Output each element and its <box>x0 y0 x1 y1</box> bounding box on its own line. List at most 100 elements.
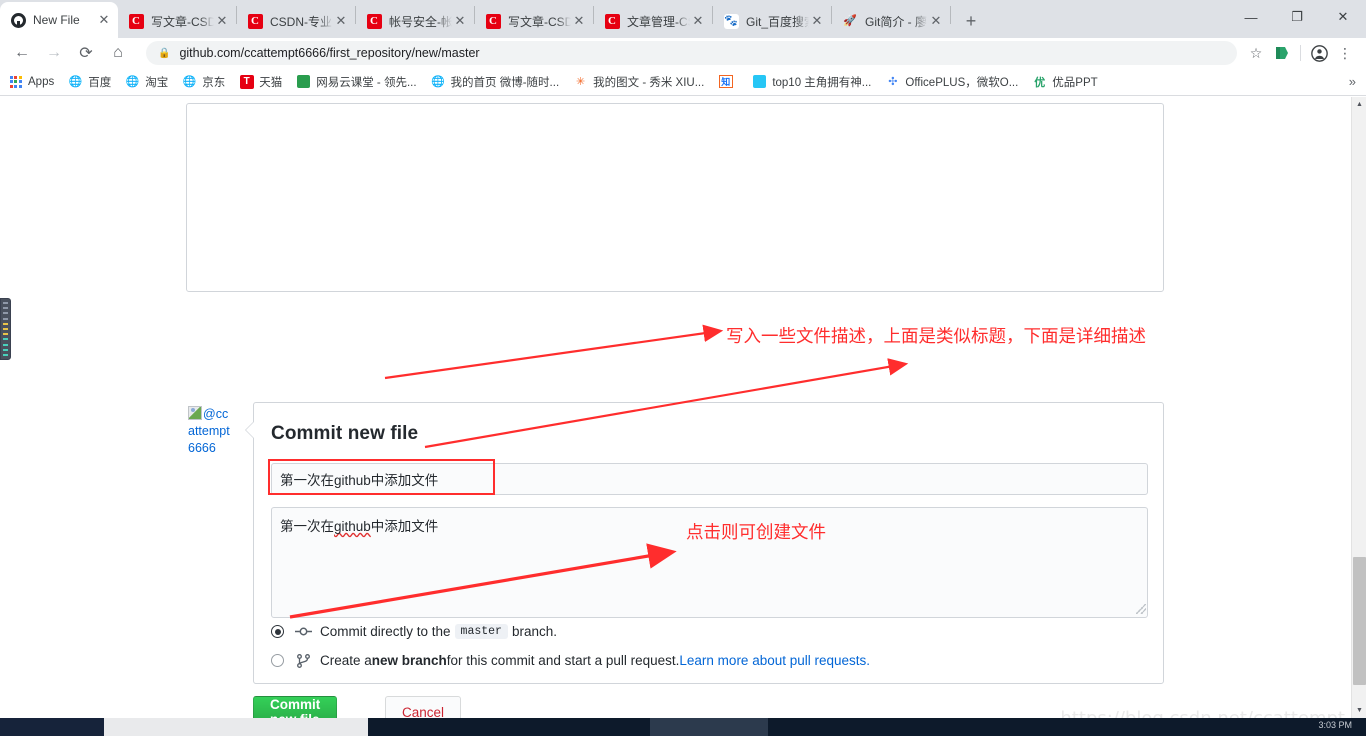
close-icon[interactable]: ✕ <box>452 13 468 29</box>
tab-strip: New File ✕ C 写文章-CSDN博客 ✕ C CSDN-专业IT技术 … <box>0 0 1366 38</box>
bookmark-label: 我的图文 - 秀米 XIU... <box>593 74 704 90</box>
commit-new-file-button[interactable]: Commit new file <box>253 696 337 718</box>
taskbar-segment-other[interactable] <box>650 718 768 736</box>
browser-window: New File ✕ C 写文章-CSDN博客 ✕ C CSDN-专业IT技术 … <box>0 0 1366 736</box>
annotation-text-commit: 点击则可创建文件 <box>686 519 826 544</box>
bookmark-zhi[interactable]: 知 <box>718 74 738 89</box>
scroll-down-icon[interactable]: ▼ <box>1352 703 1366 718</box>
csdn-icon: C <box>604 13 620 29</box>
officeplus-icon: ✣ <box>885 74 900 89</box>
close-icon[interactable]: ✕ <box>96 12 112 28</box>
bookmark-xiumi[interactable]: ✳ 我的图文 - 秀米 XIU... <box>573 74 704 90</box>
browser-tab-0[interactable]: New File ✕ <box>0 2 118 38</box>
forward-icon[interactable]: → <box>40 39 68 67</box>
close-icon[interactable]: ✕ <box>571 13 587 29</box>
file-editor-area[interactable] <box>186 103 1164 292</box>
taskbar-clock[interactable]: 3:03 PM <box>1318 720 1352 730</box>
browser-tab-2[interactable]: C CSDN-专业IT技术 ✕ <box>237 4 355 38</box>
bookmark-jd[interactable]: 🌐 京东 <box>182 74 225 90</box>
branch-name-code: master <box>455 624 508 639</box>
radio-commit-directly[interactable]: Commit directly to the master branch. <box>271 624 557 639</box>
radio-button-unselected-icon[interactable] <box>271 654 284 667</box>
close-icon[interactable]: ✕ <box>214 13 230 29</box>
maximize-button[interactable]: ❐ <box>1274 0 1320 34</box>
tab-title: 写文章-CSDN博客 <box>508 13 571 30</box>
csdn-icon: C <box>366 13 382 29</box>
taskbar-segment-active-window[interactable] <box>104 718 368 736</box>
xiumi-icon: ✳ <box>573 74 588 89</box>
ppt-icon: 优 <box>1032 74 1047 89</box>
zhi-icon: 知 <box>718 74 733 89</box>
home-icon[interactable]: ⌂ <box>104 39 132 67</box>
radio-direct-label-after: branch. <box>512 624 557 639</box>
browser-tab-6[interactable]: 🐾 Git_百度搜索 ✕ <box>713 4 831 38</box>
bookmark-apps[interactable]: Apps <box>8 74 54 89</box>
browser-tab-5[interactable]: C 文章管理-CSDN ✕ <box>594 4 712 38</box>
apps-grid-icon <box>8 74 23 89</box>
close-icon[interactable]: ✕ <box>809 13 825 29</box>
top10-icon <box>752 74 767 89</box>
bookmark-taobao[interactable]: 🌐 淘宝 <box>125 74 168 90</box>
scrollbar-thumb[interactable] <box>1353 557 1366 685</box>
browser-toolbar: ← → ⟳ ⌂ 🔒 github.com/ccattempt6666/first… <box>0 38 1366 68</box>
bookmark-tmall[interactable]: T 天猫 <box>239 74 282 90</box>
bookmark-officeplus[interactable]: ✣ OfficePLUS，微软O... <box>885 74 1018 90</box>
description-suffix: 中添加文件 <box>371 519 439 534</box>
rocket-icon: 🚀 <box>842 13 858 29</box>
extension-icon[interactable] <box>1269 40 1295 66</box>
page-content: @ccattempt6666 Commit new file 第一次在githu… <box>0 97 1366 718</box>
reload-icon[interactable]: ⟳ <box>72 39 100 67</box>
equalizer-widget[interactable] <box>0 298 11 360</box>
bookmark-label: 我的首页 微博-随时... <box>451 74 560 90</box>
browser-tab-7[interactable]: 🚀 Git简介 - 廖雪峰 ✕ <box>832 4 950 38</box>
annotation-text-description: 写入一些文件描述，上面是类似标题，下面是详细描述 <box>726 323 1146 348</box>
taskbar-segment-start[interactable] <box>0 718 104 736</box>
bookmark-ppt[interactable]: 优 优品PPT <box>1032 74 1097 90</box>
back-icon[interactable]: ← <box>8 39 36 67</box>
radio-create-new-branch[interactable]: Create a new branch for this commit and … <box>271 653 870 668</box>
profile-icon[interactable] <box>1306 40 1332 66</box>
close-window-button[interactable]: ✕ <box>1320 0 1366 34</box>
new-tab-button[interactable]: + <box>957 7 985 35</box>
globe-icon: 🌐 <box>125 74 140 89</box>
bookmark-star-icon[interactable]: ☆ <box>1243 40 1269 66</box>
bookmark-weibo[interactable]: 🌐 我的首页 微博-随时... <box>431 74 560 90</box>
radio-button-selected-icon[interactable] <box>271 625 284 638</box>
git-branch-icon <box>294 654 312 668</box>
radio-direct-label-before: Commit directly to the <box>320 624 451 639</box>
description-misspelled-word: github <box>334 519 371 534</box>
lock-icon: 🔒 <box>158 48 170 59</box>
bookmark-top10[interactable]: top10 主角拥有神... <box>752 74 871 90</box>
close-icon[interactable]: ✕ <box>690 13 706 29</box>
bookmarks-overflow-icon[interactable]: » <box>1349 74 1356 89</box>
pull-requests-learn-more-link[interactable]: Learn more about pull requests. <box>679 653 870 668</box>
bookmark-163[interactable]: 网易云课堂 - 领先... <box>296 74 416 90</box>
scroll-up-icon[interactable]: ▲ <box>1352 97 1366 112</box>
radio-branch-bold: new branch <box>372 653 447 668</box>
bookmark-label: OfficePLUS，微软O... <box>905 74 1018 90</box>
browser-tab-4[interactable]: C 写文章-CSDN博客 ✕ <box>475 4 593 38</box>
browser-tab-3[interactable]: C 帐号安全-帐号 ✕ <box>356 4 474 38</box>
bookmark-label: 淘宝 <box>145 74 168 90</box>
close-icon[interactable]: ✕ <box>333 13 349 29</box>
cancel-button[interactable]: Cancel <box>385 696 461 718</box>
bookmarks-bar: Apps 🌐 百度 🌐 淘宝 🌐 京东 T 天猫 网易云课堂 - 领先... 🌐… <box>0 68 1366 96</box>
bookmark-label: Apps <box>28 76 54 88</box>
textarea-resize-handle[interactable] <box>1136 604 1146 614</box>
browser-tab-1[interactable]: C 写文章-CSDN博客 ✕ <box>118 4 236 38</box>
tab-title: Git简介 - 廖雪峰 <box>865 13 928 30</box>
tab-title: Git_百度搜索 <box>746 13 809 30</box>
radio-branch-text-2: for this commit and start a pull request… <box>447 653 680 668</box>
bookmark-baidu[interactable]: 🌐 百度 <box>68 74 111 90</box>
chrome-menu-icon[interactable]: ⋮ <box>1332 40 1358 66</box>
tab-title: 写文章-CSDN博客 <box>151 13 214 30</box>
bookmark-label: 天猫 <box>259 74 282 90</box>
page-title: Commit new file <box>271 423 418 445</box>
description-prefix: 第一次在 <box>280 519 334 534</box>
close-icon[interactable]: ✕ <box>928 13 944 29</box>
csdn-icon: C <box>247 13 263 29</box>
minimize-button[interactable]: — <box>1228 0 1274 34</box>
window-controls: — ❐ ✕ <box>1228 0 1366 34</box>
address-bar[interactable]: 🔒 github.com/ccattempt6666/first_reposit… <box>146 41 1237 65</box>
page-scrollbar[interactable]: ▲ ▼ <box>1351 97 1366 718</box>
